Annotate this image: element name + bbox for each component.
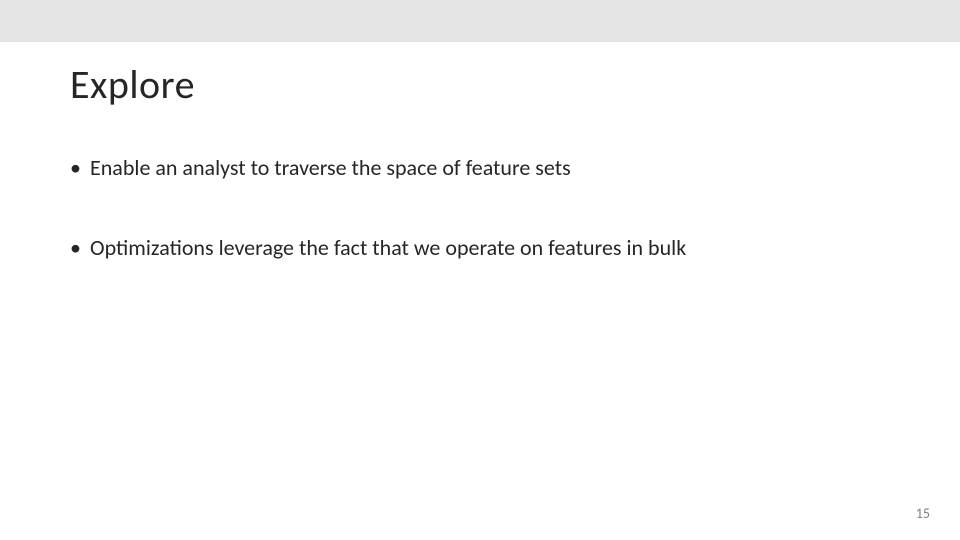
header-bar	[0, 0, 960, 42]
slide-content: Explore Enable an analyst to traverse th…	[0, 42, 960, 262]
bullet-list: Enable an analyst to traverse the space …	[70, 153, 890, 262]
slide-title: Explore	[70, 60, 890, 109]
page-number: 15	[916, 505, 930, 522]
bullet-item: Enable an analyst to traverse the space …	[70, 153, 890, 183]
bullet-item: Optimizations leverage the fact that we …	[70, 233, 890, 263]
